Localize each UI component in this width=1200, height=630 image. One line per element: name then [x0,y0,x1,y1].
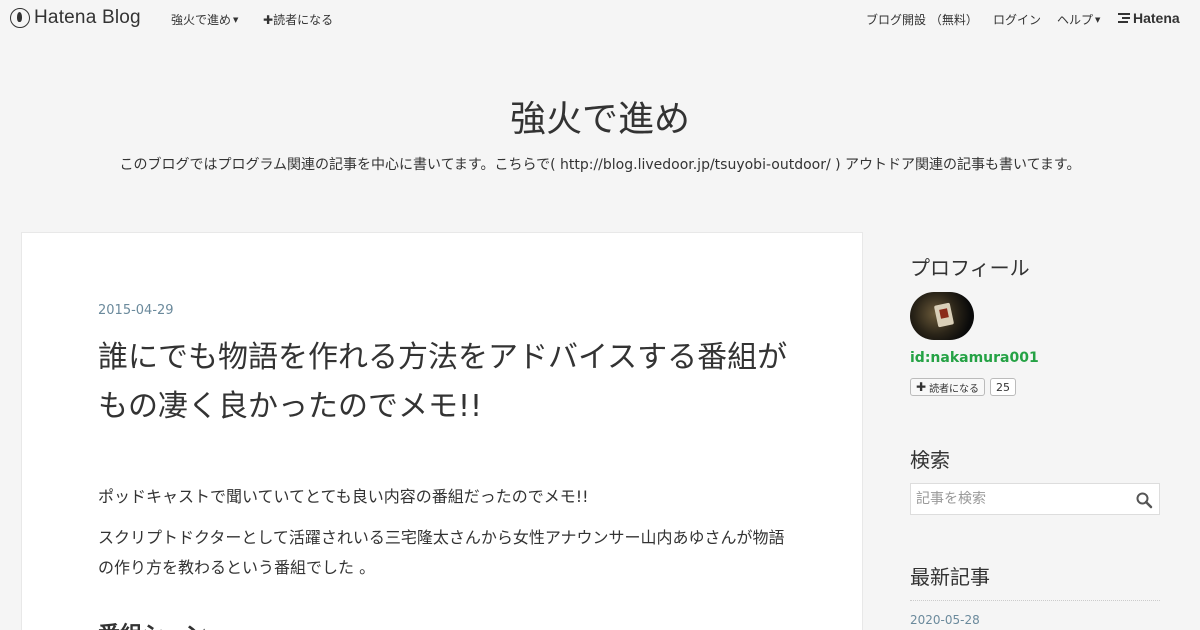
search-icon [1136,492,1153,509]
subscriber-count[interactable]: 25 [990,378,1016,396]
search-module-title: 検索 [910,448,950,472]
hatena-blog-logo[interactable]: Hatena Blog [10,7,141,29]
caret-down-icon: ▼ [1095,16,1101,24]
blog-description: このブログではプログラム関連の記事を中心に書いてます。こちらで( http://… [119,157,1081,173]
hatena-logo-icon [1118,11,1130,25]
entry-section-heading: 番組シーン [98,617,207,630]
avatar[interactable] [910,292,974,340]
plus-icon: ✚ [916,380,927,394]
search-input[interactable] [911,484,1131,514]
entry-paragraph: ポッドキャストで聞いていてとても良い内容の番組だったのでメモ!! [98,487,589,506]
entry-paragraph: スクリプトドクターとして活躍されいる三宅隆太さんから女性アナウンサー山内あゆさん… [98,528,785,577]
logo-text: Hatena Blog [34,7,141,28]
search-form [910,483,1160,515]
blog-menu-label: 強火で進め [171,13,232,27]
hatena-brand-link[interactable]: Hatena [1118,10,1180,26]
help-menu[interactable]: ヘルプ ▼ [1057,11,1100,28]
subscribe-button-label: 読者になる [929,383,980,395]
blog-title[interactable]: 強火で進め [0,90,1200,142]
recent-entries-title: 最新記事 [910,565,990,589]
hatena-brand-text: Hatena [1133,10,1180,26]
blog-menu[interactable]: 強火で進め ▼ [171,11,238,28]
divider [910,600,1160,601]
plus-icon: ✚ [263,13,274,27]
hatena-blog-logo-icon [10,8,30,28]
entry-article: 2015-04-29 誰にでも物語を作れる方法をアドバイスする番組がもの凄く良か… [21,232,863,630]
global-header: Hatena Blog 強火で進め ▼ ✚読者になる ブログ開設 （無料） ログイ… [0,0,1200,36]
search-button[interactable] [1135,491,1153,509]
entry-title[interactable]: 誰にでも物語を作れる方法をアドバイスする番組がもの凄く良かったのでメモ!! [98,333,798,431]
entry-date[interactable]: 2015-04-29 [98,303,174,318]
profile-module-title: プロフィール [910,256,1030,280]
open-blog-link[interactable]: ブログ開設 （無料） [866,11,978,28]
recent-entry-date: 2020-05-28 [910,613,980,627]
caret-down-icon: ▼ [233,16,239,24]
profile-id-link[interactable]: id:nakamura001 [910,350,1039,366]
help-label: ヘルプ [1057,13,1094,27]
subscribe-button[interactable]: ✚ 読者になる [910,378,986,396]
login-link[interactable]: ログイン [993,11,1041,28]
subscribe-label: 読者になる [273,13,334,27]
subscribe-link[interactable]: ✚読者になる [263,11,333,28]
